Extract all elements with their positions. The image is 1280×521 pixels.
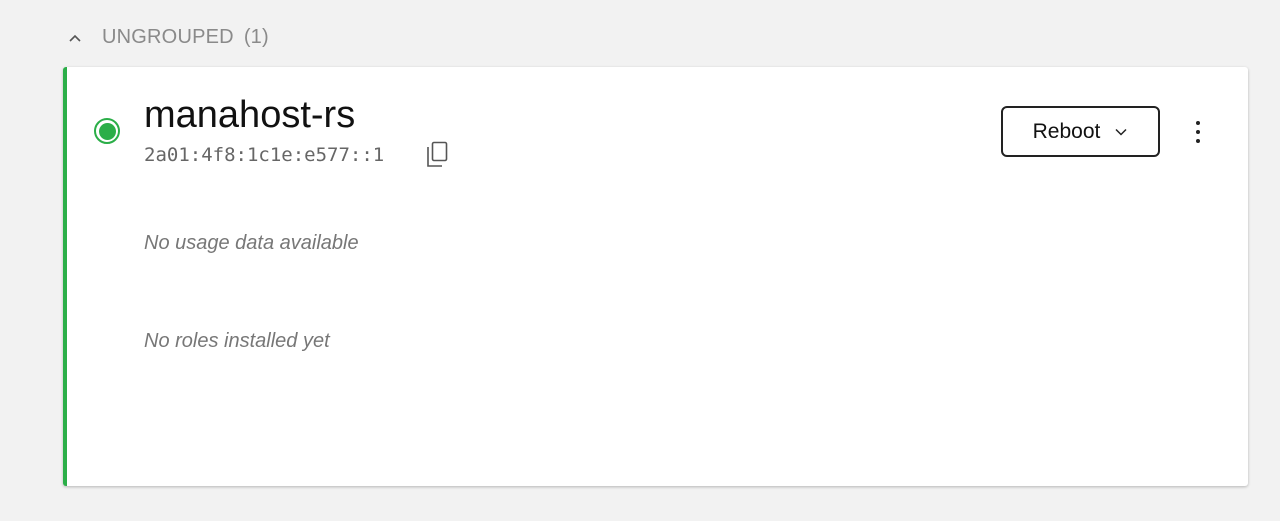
status-online-icon — [94, 118, 120, 144]
server-ip: 2a01:4f8:1c1e:e577::1 — [144, 144, 385, 166]
kebab-menu-icon[interactable] — [1185, 118, 1211, 146]
server-name[interactable]: manahost-rs — [144, 94, 355, 137]
copy-icon[interactable] — [424, 141, 450, 169]
group-title: UNGROUPED — [102, 26, 234, 48]
reboot-button[interactable]: Reboot — [1001, 106, 1160, 157]
server-card: manahost-rs 2a01:4f8:1c1e:e577::1 Reboot… — [63, 67, 1248, 486]
group-header-ungrouped[interactable]: UNGROUPED (1) — [66, 26, 269, 49]
usage-empty-message: No usage data available — [144, 232, 359, 254]
chevron-up-icon[interactable] — [66, 29, 84, 47]
reboot-label: Reboot — [1032, 119, 1101, 143]
chevron-down-icon — [1115, 128, 1127, 136]
roles-empty-message: No roles installed yet — [144, 330, 330, 352]
group-count: (1) — [243, 26, 269, 48]
